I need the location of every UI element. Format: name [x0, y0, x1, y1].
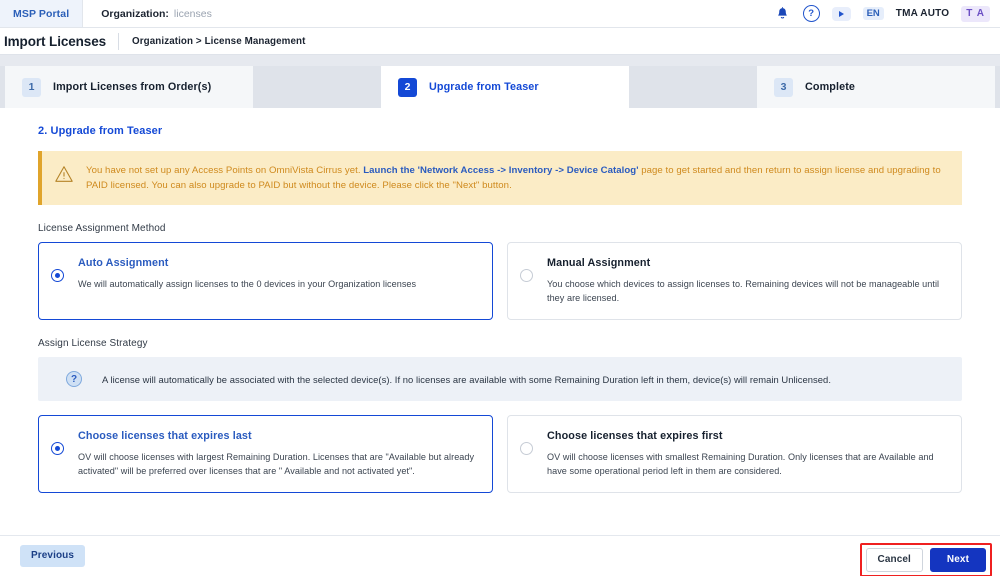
option-expires-last-desc: OV will choose licenses with largest Rem… — [78, 450, 476, 478]
organization-value: licenses — [174, 8, 212, 20]
step-3-label: Complete — [805, 81, 855, 93]
avatar[interactable]: T A — [961, 6, 990, 22]
option-manual-assignment-desc: You choose which devices to assign licen… — [547, 277, 945, 305]
option-auto-assignment-desc: We will automatically assign licenses to… — [78, 277, 476, 291]
footer-actions-highlight: Cancel Next — [860, 543, 992, 576]
notification-bell-icon[interactable] — [774, 5, 791, 22]
step-3-complete[interactable]: 3 Complete — [757, 66, 995, 108]
warning-triangle-icon — [54, 164, 74, 184]
option-manual-assignment[interactable]: Manual Assignment You choose which devic… — [507, 242, 962, 320]
step-1-label: Import Licenses from Order(s) — [53, 81, 211, 93]
option-expires-first-title: Choose licenses that expires first — [547, 430, 945, 442]
play-video-icon[interactable] — [832, 7, 851, 21]
radio-manual-assignment[interactable] — [520, 269, 533, 282]
warning-text: You have not set up any Access Points on… — [86, 163, 948, 193]
strategy-info-text: A license will automatically be associat… — [102, 374, 831, 385]
option-auto-assignment-title: Auto Assignment — [78, 257, 476, 269]
organization-selector[interactable]: Organization: licenses — [83, 0, 212, 27]
warning-inventory-link[interactable]: Launch the 'Network Access -> Inventory … — [363, 165, 638, 176]
step-2-label: Upgrade from Teaser — [429, 81, 539, 93]
option-expires-last-body: Choose licenses that expires last OV wil… — [78, 430, 476, 478]
option-expires-last-title: Choose licenses that expires last — [78, 430, 476, 442]
top-bar: MSP Portal Organization: licenses ? EN T… — [0, 0, 1000, 28]
option-expires-last[interactable]: Choose licenses that expires last OV wil… — [38, 415, 493, 493]
radio-auto-assignment[interactable] — [51, 269, 64, 282]
msp-portal-tab[interactable]: MSP Portal — [0, 0, 83, 27]
assign-license-strategy-label: Assign License Strategy — [38, 338, 962, 349]
organization-label: Organization: — [101, 8, 169, 20]
msp-portal-tab-label: MSP Portal — [13, 8, 69, 20]
warning-banner: You have not set up any Access Points on… — [38, 151, 962, 205]
main-content: 2. Upgrade from Teaser You have not set … — [0, 108, 1000, 506]
warning-text-part1: You have not set up any Access Points on… — [86, 165, 363, 176]
step-1-import-licenses-from-orders[interactable]: 1 Import Licenses from Order(s) — [5, 66, 253, 108]
user-name-label: TMA AUTO — [896, 8, 949, 19]
next-button[interactable]: Next — [930, 548, 986, 572]
strategy-info-banner: ? A license will automatically be associ… — [38, 357, 962, 401]
license-assignment-method-options: Auto Assignment We will automatically as… — [38, 242, 962, 320]
option-manual-assignment-body: Manual Assignment You choose which devic… — [547, 257, 945, 305]
section-title: 2. Upgrade from Teaser — [38, 108, 962, 151]
step-connector-2 — [629, 66, 757, 108]
page-title: Import Licenses — [4, 34, 118, 49]
step-3-number: 3 — [774, 78, 793, 97]
step-2-number: 2 — [398, 78, 417, 97]
wizard-footer: Previous Cancel Next — [0, 535, 1000, 576]
step-2-upgrade-from-teaser[interactable]: 2 Upgrade from Teaser — [381, 66, 629, 108]
app-window: MSP Portal Organization: licenses ? EN T… — [0, 0, 1000, 576]
radio-expires-first[interactable] — [520, 442, 533, 455]
option-expires-first[interactable]: Choose licenses that expires first OV wi… — [507, 415, 962, 493]
wizard-stepper: 1 Import Licenses from Order(s) 2 Upgrad… — [0, 66, 1000, 108]
assign-license-strategy-options: Choose licenses that expires last OV wil… — [38, 415, 962, 493]
info-question-icon: ? — [66, 371, 82, 387]
option-auto-assignment-body: Auto Assignment We will automatically as… — [78, 257, 476, 291]
option-auto-assignment[interactable]: Auto Assignment We will automatically as… — [38, 242, 493, 320]
cancel-button[interactable]: Cancel — [866, 548, 923, 572]
step-1-number: 1 — [22, 78, 41, 97]
breadcrumb: Organization > License Management — [119, 36, 305, 47]
option-expires-first-body: Choose licenses that expires first OV wi… — [547, 430, 945, 478]
step-connector-1 — [253, 66, 381, 108]
language-selector[interactable]: EN — [863, 7, 884, 21]
page-header: Import Licenses Organization > License M… — [0, 28, 1000, 55]
top-bar-spacer — [212, 0, 774, 27]
radio-expires-last[interactable] — [51, 442, 64, 455]
option-expires-first-desc: OV will choose licenses with smallest Re… — [547, 450, 945, 478]
header-gutter — [0, 55, 1000, 66]
license-assignment-method-label: License Assignment Method — [38, 223, 962, 234]
top-bar-actions: ? EN TMA AUTO T A — [774, 0, 1000, 27]
option-manual-assignment-title: Manual Assignment — [547, 257, 945, 269]
help-question-icon[interactable]: ? — [803, 5, 820, 22]
previous-button[interactable]: Previous — [20, 545, 85, 567]
